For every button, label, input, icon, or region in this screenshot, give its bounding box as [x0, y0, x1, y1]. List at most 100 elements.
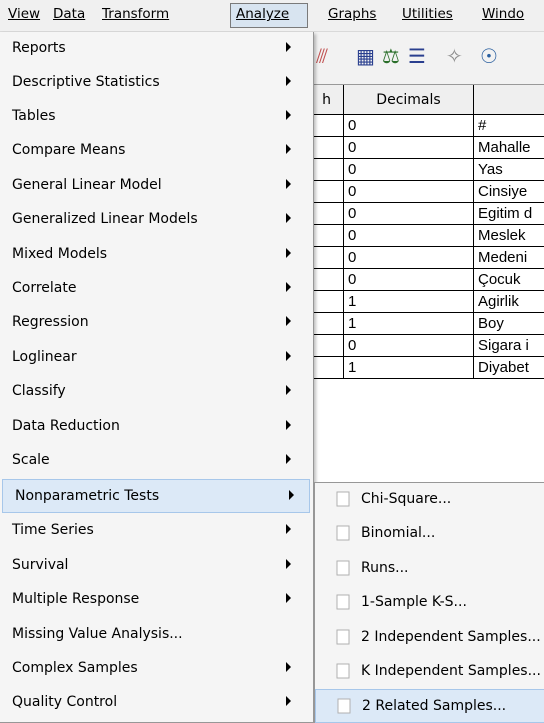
- width-cell[interactable]: [310, 203, 344, 224]
- decimals-cell[interactable]: 1: [344, 313, 474, 334]
- width-cell[interactable]: [310, 137, 344, 158]
- width-cell[interactable]: [310, 159, 344, 180]
- variables-icon[interactable]: ⫻: [316, 44, 328, 68]
- submenu-arrow-icon: [286, 110, 291, 120]
- decimals-cell[interactable]: 0: [344, 115, 474, 136]
- column-header-label[interactable]: [474, 85, 544, 115]
- width-cell[interactable]: [310, 181, 344, 202]
- two-related-samples-icon: [336, 696, 352, 716]
- weight-cases-icon[interactable]: ⚖: [382, 44, 400, 68]
- decimals-cell[interactable]: 0: [344, 181, 474, 202]
- analyze-menu: Reports Descriptive Statistics Tables Compa…: [0, 32, 314, 723]
- value-labels-icon[interactable]: ☰: [408, 44, 426, 68]
- submenu-item-label: Binomial...: [361, 525, 436, 541]
- decimals-cell[interactable]: 0: [344, 225, 474, 246]
- submenu-item-runs[interactable]: Runs...: [315, 552, 544, 586]
- label-cell[interactable]: Yas: [474, 159, 544, 180]
- submenu-item-binomial[interactable]: Binomial...: [315, 517, 544, 551]
- menu-item-label: Quality Control: [12, 694, 118, 710]
- width-cell[interactable]: [310, 115, 344, 136]
- column-header-decimals[interactable]: Decimals: [344, 85, 474, 115]
- menu-item-quality-control[interactable]: Quality Control: [0, 686, 312, 720]
- menu-item-missing-value-analysis[interactable]: Missing Value Analysis...: [0, 618, 312, 652]
- label-cell[interactable]: Agirlik: [474, 291, 544, 312]
- menu-item-data-reduction[interactable]: Data Reduction: [0, 410, 312, 444]
- menu-item-survival[interactable]: Survival: [0, 549, 312, 583]
- submenu-item-label: Runs...: [361, 560, 409, 576]
- menu-item-classify[interactable]: Classify: [0, 375, 312, 409]
- menu-item-label: Generalized Linear Models: [12, 211, 198, 227]
- width-cell[interactable]: [310, 225, 344, 246]
- table-row: 0 Çocuk: [310, 269, 544, 291]
- menu-item-label: Scale: [12, 452, 50, 468]
- menu-view[interactable]: View: [8, 6, 40, 22]
- decimals-cell[interactable]: 0: [344, 269, 474, 290]
- binomial-icon: [335, 523, 351, 543]
- submenu-item-chi-square[interactable]: Chi-Square...: [315, 483, 544, 517]
- submenu-arrow-icon: [289, 490, 294, 500]
- menu-item-compare-means[interactable]: Compare Means: [0, 134, 312, 168]
- menu-item-regression[interactable]: Regression: [0, 306, 312, 340]
- submenu-item-1-sample-k-s[interactable]: 1-Sample K-S...: [315, 586, 544, 620]
- chi-square-icon: [335, 489, 351, 509]
- menu-item-general-linear-model[interactable]: General Linear Model: [0, 169, 312, 203]
- menu-data[interactable]: Data: [53, 6, 85, 22]
- label-cell[interactable]: #: [474, 115, 544, 136]
- menu-transform[interactable]: Transform: [102, 6, 169, 22]
- menu-item-label: Compare Means: [12, 142, 126, 158]
- menu-utilities[interactable]: Utilities: [402, 6, 453, 22]
- width-cell[interactable]: [310, 269, 344, 290]
- find-icon[interactable]: ☉: [480, 44, 498, 68]
- width-cell[interactable]: [310, 357, 344, 378]
- table-row: 0 #: [310, 115, 544, 137]
- label-cell[interactable]: Sigara i: [474, 335, 544, 356]
- menu-item-label: Mixed Models: [12, 246, 108, 262]
- label-cell[interactable]: Çocuk: [474, 269, 544, 290]
- label-cell[interactable]: Cinsiye: [474, 181, 544, 202]
- menu-item-time-series[interactable]: Time Series: [0, 514, 312, 548]
- decimals-cell[interactable]: 1: [344, 291, 474, 312]
- label-cell[interactable]: Diyabet: [474, 357, 544, 378]
- menu-analyze[interactable]: Analyze: [236, 6, 289, 22]
- submenu-item-label: Chi-Square...: [361, 491, 452, 507]
- label-cell[interactable]: Mahalle: [474, 137, 544, 158]
- width-cell[interactable]: [310, 313, 344, 334]
- menu-item-label: Descriptive Statistics: [12, 74, 160, 90]
- width-cell[interactable]: [310, 247, 344, 268]
- submenu-item-k-independent-samples[interactable]: K Independent Samples...: [315, 655, 544, 689]
- menu-item-generalized-linear-models[interactable]: Generalized Linear Models: [0, 203, 312, 237]
- menu-item-scale[interactable]: Scale: [0, 444, 312, 478]
- decimals-cell[interactable]: 0: [344, 203, 474, 224]
- menu-item-descriptive-statistics[interactable]: Descriptive Statistics: [0, 66, 312, 100]
- submenu-arrow-icon: [286, 144, 291, 154]
- select-cases-icon[interactable]: ▦: [356, 44, 375, 68]
- label-cell[interactable]: Medeni: [474, 247, 544, 268]
- decimals-cell[interactable]: 0: [344, 335, 474, 356]
- label-cell[interactable]: Boy: [474, 313, 544, 334]
- submenu-arrow-icon: [286, 593, 291, 603]
- menu-item-reports[interactable]: Reports: [0, 32, 312, 66]
- decimals-cell[interactable]: 1: [344, 357, 474, 378]
- label-cell[interactable]: Meslek: [474, 225, 544, 246]
- submenu-item-2-related-samples[interactable]: 2 Related Samples...: [315, 689, 544, 723]
- menu-item-tables[interactable]: Tables: [0, 100, 312, 134]
- menu-window[interactable]: Windo: [482, 6, 524, 22]
- width-cell[interactable]: [310, 291, 344, 312]
- menu-item-label: Reports: [12, 40, 66, 56]
- label-cell[interactable]: Egitim d: [474, 203, 544, 224]
- decimals-cell[interactable]: 0: [344, 159, 474, 180]
- decimals-cell[interactable]: 0: [344, 137, 474, 158]
- use-sets-icon[interactable]: ✧: [446, 44, 463, 68]
- menu-item-complex-samples[interactable]: Complex Samples: [0, 652, 312, 686]
- menu-item-multiple-response[interactable]: Multiple Response: [0, 583, 312, 617]
- column-header-width[interactable]: h: [310, 85, 344, 115]
- menu-graphs[interactable]: Graphs: [328, 6, 376, 22]
- width-cell[interactable]: [310, 335, 344, 356]
- decimals-cell[interactable]: 0: [344, 247, 474, 268]
- menu-item-loglinear[interactable]: Loglinear: [0, 341, 312, 375]
- menu-item-mixed-models[interactable]: Mixed Models: [0, 238, 312, 272]
- submenu-item-2-independent-samples[interactable]: 2 Independent Samples...: [315, 621, 544, 655]
- submenu-arrow-icon: [286, 524, 291, 534]
- menu-item-correlate[interactable]: Correlate: [0, 272, 312, 306]
- menu-item-nonparametric-tests[interactable]: Nonparametric Tests: [2, 479, 310, 513]
